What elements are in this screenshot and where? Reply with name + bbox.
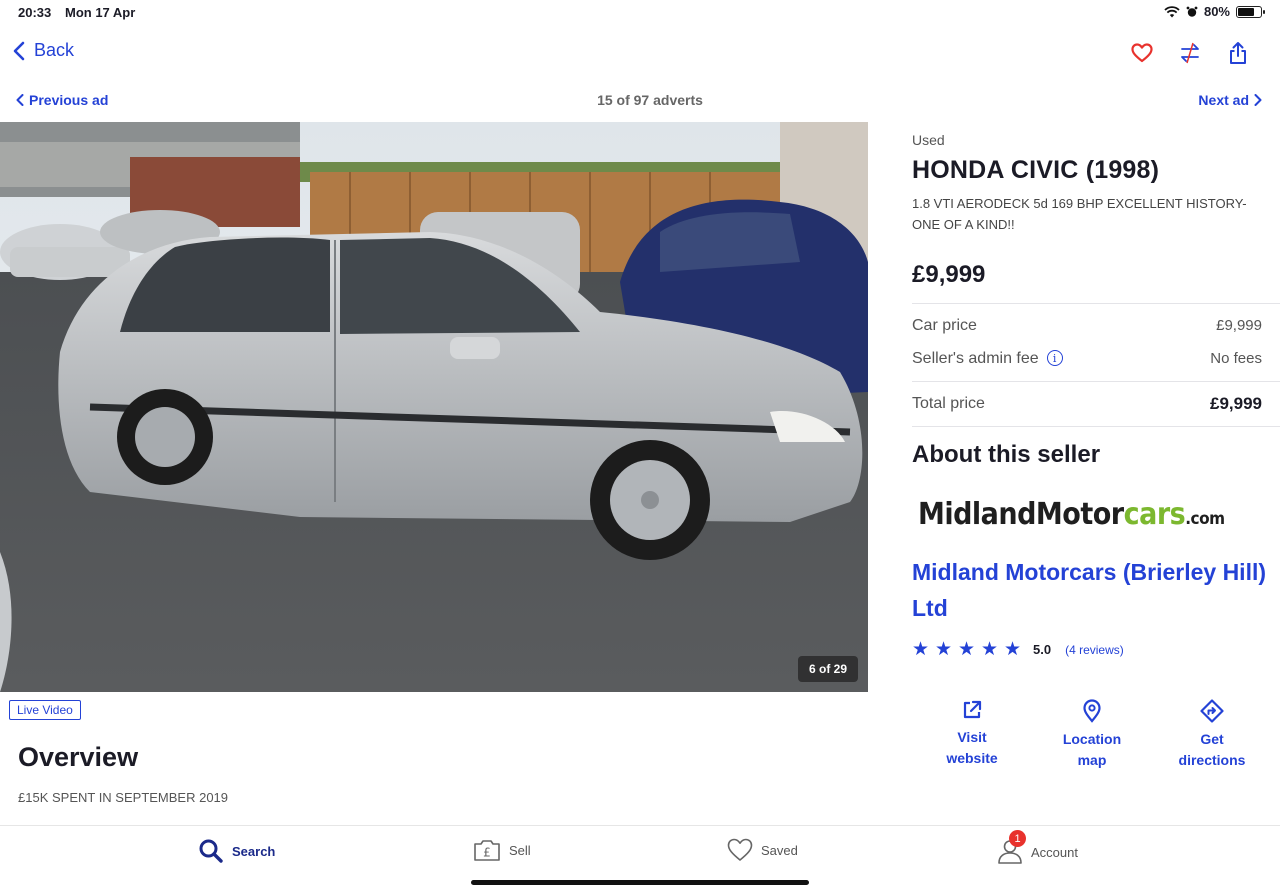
share-icon xyxy=(1230,42,1246,64)
tab-label: Account xyxy=(1031,845,1078,860)
photo-counter: 6 of 29 xyxy=(797,656,858,682)
price-row-total: Total price £9,999 xyxy=(912,381,1280,427)
heart-icon xyxy=(727,838,753,861)
visit-website-button[interactable]: Visit website xyxy=(912,699,1032,771)
back-label: Back xyxy=(34,40,75,60)
tab-label: Search xyxy=(232,843,276,859)
price-row-label: Total price xyxy=(912,395,985,412)
visit-website-label: Visit website xyxy=(946,729,998,766)
next-ad-link[interactable]: Next ad xyxy=(1198,92,1262,108)
location-map-label: Location map xyxy=(1062,731,1122,768)
car-title: HONDA CIVIC (1998) xyxy=(912,156,1160,184)
battery-icon xyxy=(1236,5,1265,18)
star-icon: ★ xyxy=(958,639,976,660)
get-directions-label: Get directions xyxy=(1178,731,1246,768)
compare-button[interactable] xyxy=(1178,40,1202,66)
seller-name-link[interactable]: Midland Motorcars (Brierley Hill) Ltd xyxy=(912,554,1272,626)
battery-level xyxy=(1238,7,1254,16)
svg-text:£: £ xyxy=(483,846,491,860)
seller-actions: Visit website Location map Get direction… xyxy=(912,699,1272,771)
next-ad-label: Next ad xyxy=(1198,92,1249,108)
save-favourite-button[interactable] xyxy=(1130,40,1154,66)
tab-label: Sell xyxy=(509,842,531,858)
price-row-car-price: Car price £9,999 xyxy=(912,309,1280,342)
status-indicators: 80% xyxy=(1164,4,1265,19)
tab-label: Saved xyxy=(761,842,798,858)
car-photo-gallery[interactable]: 6 of 29 xyxy=(0,122,868,692)
live-video-badge[interactable]: Live Video xyxy=(9,700,81,720)
car-subtitle: 1.8 VTI AERODECK 5d 169 BHP EXCELLENT HI… xyxy=(912,196,1247,232)
condition-label: Used xyxy=(912,132,945,148)
price-row-label: Car price xyxy=(912,316,977,334)
star-icon: ★ xyxy=(935,639,953,660)
star-icon: ★ xyxy=(1004,639,1022,660)
overview-heading: Overview xyxy=(18,742,139,772)
logo-text-part1: MidlandMotor xyxy=(918,497,1124,532)
external-link-icon xyxy=(963,700,982,719)
status-date: Mon 17 Apr xyxy=(65,5,136,20)
tab-saved[interactable]: Saved xyxy=(727,838,798,862)
status-time: 20:33 xyxy=(18,5,52,20)
share-button[interactable] xyxy=(1226,40,1250,66)
chevron-right-icon xyxy=(1254,94,1262,106)
tab-account[interactable]: 1 Account xyxy=(997,830,1078,867)
logo-text-part2: cars xyxy=(1123,497,1186,532)
directions-icon xyxy=(1200,699,1224,723)
back-button[interactable]: Back xyxy=(12,40,74,61)
wifi-icon xyxy=(1164,5,1180,17)
car-photo xyxy=(0,122,868,692)
logo-text-part3: .com xyxy=(1185,509,1225,529)
advert-counter: 15 of 97 adverts xyxy=(597,92,703,108)
home-indicator xyxy=(471,880,809,885)
about-seller-heading: About this seller xyxy=(912,441,1101,468)
alarm-icon xyxy=(1186,6,1198,17)
star-icon: ★ xyxy=(912,639,930,660)
info-icon[interactable]: i xyxy=(1046,350,1063,367)
price-row-value: £9,999 xyxy=(1216,317,1262,334)
get-directions-button[interactable]: Get directions xyxy=(1152,699,1272,771)
sell-camera-icon: £ xyxy=(474,840,500,861)
compare-icon xyxy=(1181,42,1199,64)
tab-sell[interactable]: £ Sell xyxy=(473,838,531,862)
price-row-value: No fees xyxy=(1210,350,1262,367)
price-breakdown: Car price £9,999 Seller's admin fee i No … xyxy=(912,303,1280,427)
status-bar: 20:33 Mon 17 Apr 80% xyxy=(0,0,1280,26)
seller-rating: ★ ★ ★ ★ ★ 5.0 (4 reviews) xyxy=(912,638,1280,661)
nav-bar: Back xyxy=(0,32,1280,76)
notification-badge: 1 xyxy=(1009,830,1026,847)
nav-actions xyxy=(1130,40,1250,66)
listing-details: Used HONDA CIVIC (1998) 1.8 VTI AERODECK… xyxy=(912,132,1280,771)
star-icon: ★ xyxy=(981,639,999,660)
price-row-admin-fee: Seller's admin fee i No fees xyxy=(912,342,1280,375)
search-icon xyxy=(199,839,223,863)
tab-search[interactable]: Search xyxy=(198,838,275,864)
heart-icon xyxy=(1131,43,1153,63)
location-pin-icon xyxy=(1083,699,1101,723)
price-row-label: Seller's admin fee xyxy=(912,349,1039,367)
battery-percent: 80% xyxy=(1203,4,1230,19)
seller-logo: MidlandMotorcars.com xyxy=(918,497,1280,532)
headline-price: £9,999 xyxy=(912,261,986,288)
rating-value: 5.0 xyxy=(1033,642,1052,657)
price-row-value: £9,999 xyxy=(1210,394,1262,413)
chevron-left-icon xyxy=(13,41,25,60)
location-map-button[interactable]: Location map xyxy=(1032,699,1152,771)
reviews-link[interactable]: (4 reviews) xyxy=(1065,643,1124,657)
ad-navigation: Previous ad 15 of 97 adverts Next ad xyxy=(0,90,1280,112)
overview-text: £15K SPENT IN SEPTEMBER 2019 xyxy=(18,790,229,805)
account-icon-wrap: 1 xyxy=(997,830,1026,867)
admin-fee-label-group: Seller's admin fee i xyxy=(912,350,1063,368)
